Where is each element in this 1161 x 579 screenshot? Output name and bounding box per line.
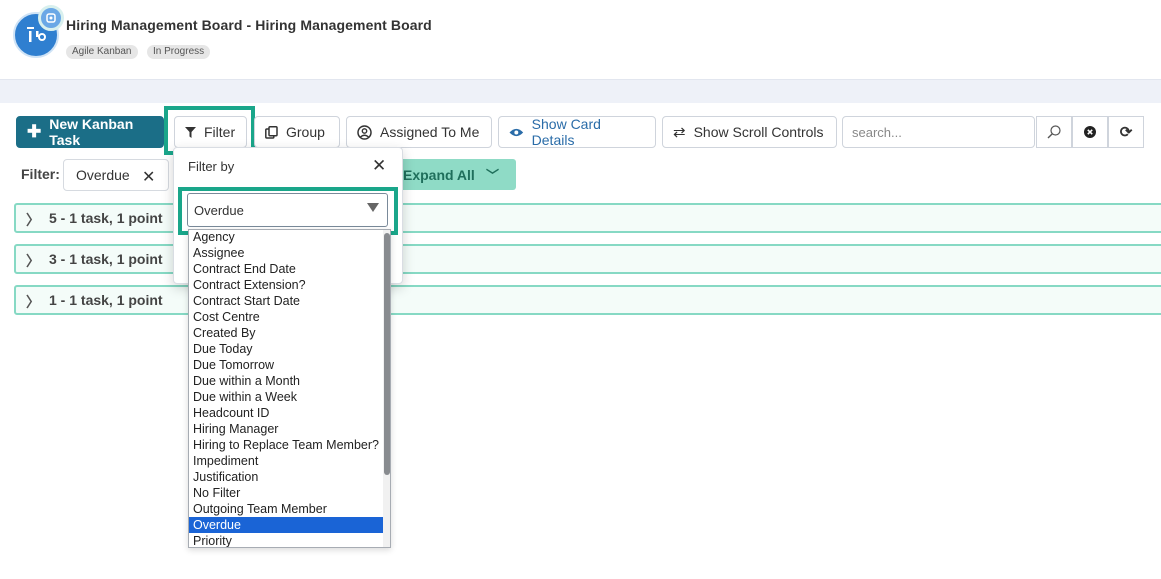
notification-icon: [46, 13, 56, 23]
app-header: Hiring Management Board - Hiring Managem…: [0, 0, 1161, 79]
copy-icon: [265, 125, 278, 139]
remove-filter-icon[interactable]: ✕: [142, 167, 155, 187]
option-item-selected[interactable]: Overdue: [189, 517, 383, 533]
new-kanban-task-button[interactable]: ✚ New Kanban Task: [16, 116, 164, 148]
option-item[interactable]: Due Tomorrow: [189, 357, 383, 373]
option-item[interactable]: Created By: [189, 325, 383, 341]
refresh-icon: ⟳: [1119, 124, 1133, 141]
option-item[interactable]: Hiring Manager: [189, 421, 383, 437]
expand-all-button[interactable]: Expand All ﹀: [390, 159, 516, 190]
option-item[interactable]: Due within a Month: [189, 373, 383, 389]
clear-search-button[interactable]: [1072, 116, 1108, 148]
option-item[interactable]: Contract End Date: [189, 261, 383, 277]
chevron-right-icon: 〉: [26, 253, 40, 269]
close-circle-icon: [1084, 126, 1096, 138]
notification-badge[interactable]: [38, 5, 64, 31]
search-input[interactable]: search...: [842, 116, 1035, 148]
plus-icon: ✚: [27, 122, 42, 141]
option-item[interactable]: Hiring to Replace Team Member?: [189, 437, 383, 453]
option-item[interactable]: Cost Centre: [189, 309, 383, 325]
search-icon: [1047, 125, 1061, 139]
option-item[interactable]: Due Today: [189, 341, 383, 357]
active-filter-chip[interactable]: Overdue ✕: [63, 159, 169, 191]
option-item[interactable]: Priority: [189, 533, 383, 547]
filter-options-list[interactable]: Agency Assignee Contract End Date Contra…: [188, 229, 391, 548]
chevron-right-icon: 〉: [26, 294, 40, 310]
popover-title: Filter by: [188, 159, 235, 174]
chevron-down-icon: ﹀: [486, 168, 500, 183]
option-item[interactable]: Contract Start Date: [189, 293, 383, 309]
swimlane-group[interactable]: 〉 1 - 1 task, 1 point: [14, 285, 1161, 315]
filter-select-highlight: [178, 187, 398, 235]
assigned-to-me-button[interactable]: Assigned To Me: [346, 116, 492, 148]
status-badge: In Progress: [147, 45, 211, 59]
filter-label: Filter:: [21, 166, 60, 182]
swap-arrows-icon: ⇄: [673, 124, 686, 141]
user-circle-icon: [357, 124, 372, 140]
option-item[interactable]: Outgoing Team Member: [189, 501, 383, 517]
option-item[interactable]: Agency: [189, 230, 383, 245]
close-icon[interactable]: ✕: [372, 156, 386, 176]
eye-icon: [509, 128, 524, 136]
scrollbar-thumb[interactable]: [384, 233, 390, 475]
header-divider-band: [0, 79, 1161, 103]
group-button[interactable]: Group: [254, 116, 340, 148]
option-item[interactable]: Assignee: [189, 245, 383, 261]
option-item[interactable]: Headcount ID: [189, 405, 383, 421]
search-button[interactable]: [1036, 116, 1072, 148]
option-item[interactable]: Justification: [189, 469, 383, 485]
option-item[interactable]: Due within a Week: [189, 389, 383, 405]
option-item[interactable]: Impediment: [189, 453, 383, 469]
refresh-button[interactable]: ⟳: [1108, 116, 1144, 148]
show-scroll-controls-button[interactable]: ⇄ Show Scroll Controls: [662, 116, 837, 148]
chevron-right-icon: 〉: [26, 212, 40, 228]
show-card-details-button[interactable]: Show Card Details: [498, 116, 656, 148]
page-title: Hiring Management Board - Hiring Managem…: [66, 17, 432, 33]
type-tag: Agile Kanban: [66, 45, 138, 59]
option-item[interactable]: No Filter: [189, 485, 383, 501]
option-item[interactable]: Contract Extension?: [189, 277, 383, 293]
